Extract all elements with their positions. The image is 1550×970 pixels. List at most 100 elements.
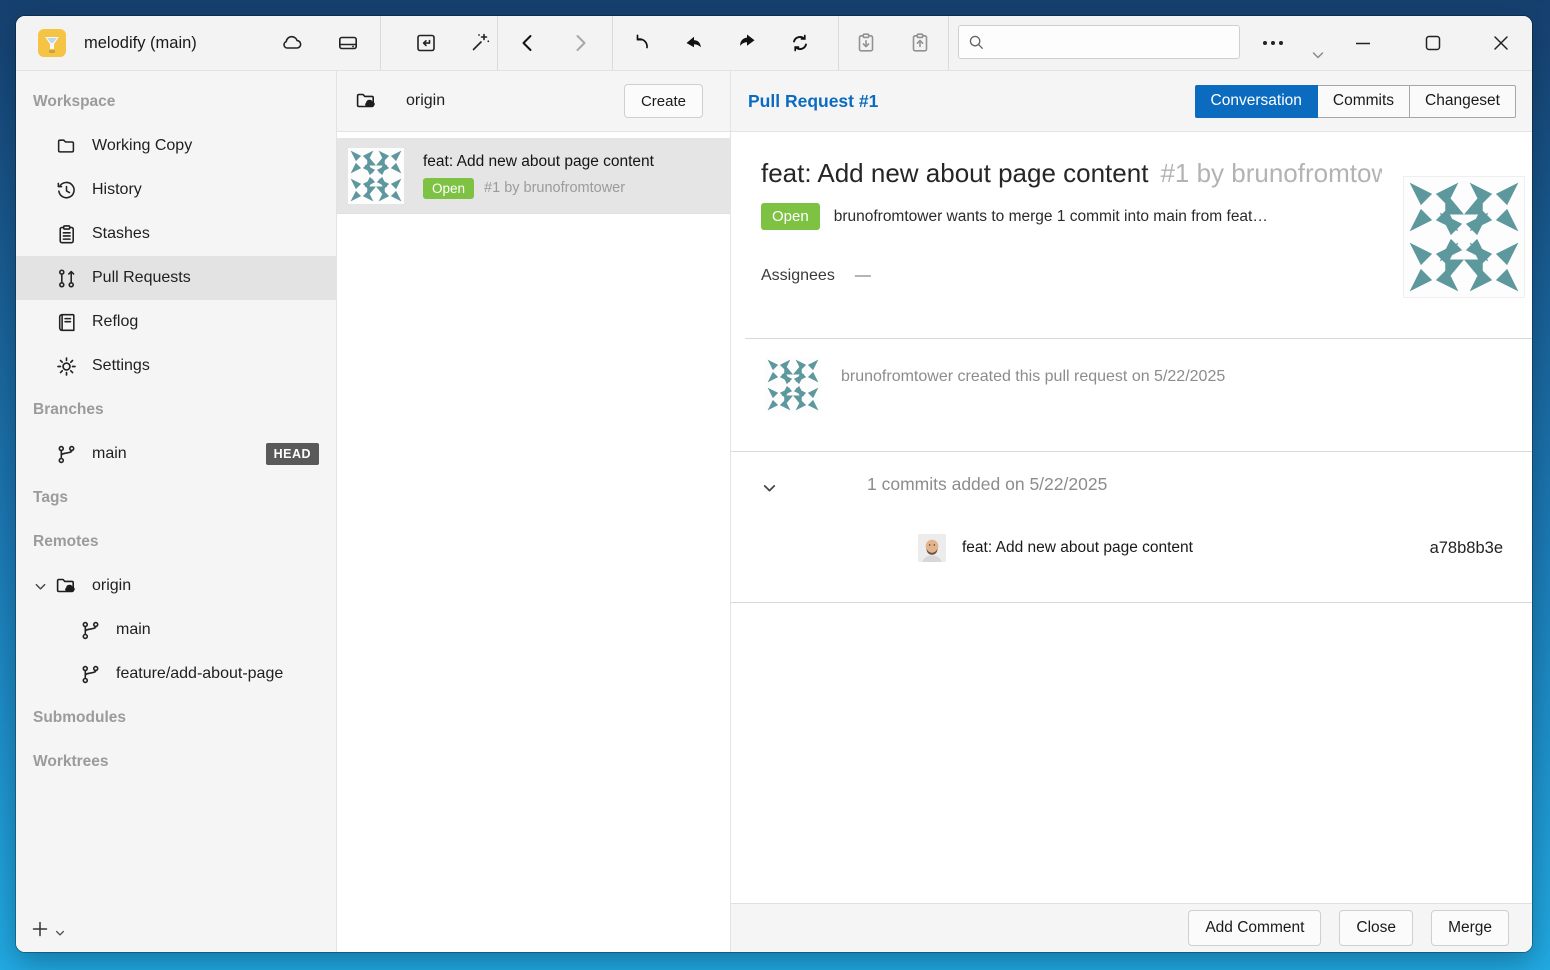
sidebar-item-working-copy[interactable]: Working Copy bbox=[16, 124, 336, 168]
gear-icon bbox=[54, 354, 78, 378]
sidebar-item-stashes[interactable]: Stashes bbox=[16, 212, 336, 256]
commits-group-header: 1 commits added on 5/22/2025 bbox=[867, 474, 1107, 495]
search-icon bbox=[967, 33, 985, 51]
status-badge: Open bbox=[423, 178, 474, 199]
sidebar-item-pull-requests[interactable]: Pull Requests bbox=[16, 256, 336, 300]
toolbar-separator bbox=[612, 16, 613, 70]
created-event-text: brunofromtower created this pull request… bbox=[841, 368, 1225, 451]
close-pr-button[interactable]: Close bbox=[1339, 910, 1413, 946]
clipboard-icon bbox=[54, 222, 78, 246]
sidebar-item-label: main bbox=[92, 445, 127, 463]
sidebar-item-settings[interactable]: Settings bbox=[16, 344, 336, 388]
timeline-commits-group: 1 commits added on 5/22/2025 feat: Add n… bbox=[731, 452, 1532, 602]
section-header-worktrees: Worktrees bbox=[16, 740, 336, 784]
sidebar-item-label: Settings bbox=[92, 357, 150, 375]
list-header: origin Create bbox=[337, 71, 730, 132]
back-icon[interactable] bbox=[516, 16, 540, 70]
section-header-workspace: Workspace bbox=[16, 80, 336, 124]
drive-icon[interactable] bbox=[336, 16, 360, 70]
assignees-value: — bbox=[855, 267, 871, 285]
divider bbox=[731, 602, 1532, 603]
book-icon bbox=[54, 310, 78, 334]
add-menu-chevron-icon[interactable] bbox=[54, 926, 66, 944]
create-button[interactable]: Create bbox=[624, 84, 703, 118]
pr-title: feat: Add new about page content #1 by br… bbox=[761, 158, 1382, 189]
avatar bbox=[348, 148, 404, 204]
pull-arrow-icon[interactable] bbox=[682, 16, 706, 70]
clipboard-arrow-up-icon[interactable] bbox=[908, 16, 932, 70]
sidebar-item-history[interactable]: History bbox=[16, 168, 336, 212]
sidebar-item-remote-branch-feature[interactable]: feature/add-about-page bbox=[16, 652, 336, 696]
tab-commits[interactable]: Commits bbox=[1317, 85, 1410, 118]
status-badge: Open bbox=[761, 203, 820, 230]
minimize-button[interactable] bbox=[1334, 16, 1392, 70]
push-arrow-icon[interactable] bbox=[735, 16, 759, 70]
sync-arrows-icon[interactable] bbox=[788, 16, 812, 70]
chevron-down-icon[interactable] bbox=[31, 577, 49, 595]
pr-summary-header: feat: Add new about page content #1 by br… bbox=[731, 132, 1532, 338]
section-header-remotes: Remotes bbox=[16, 520, 336, 564]
sidebar-item-reflog[interactable]: Reflog bbox=[16, 300, 336, 344]
sidebar-item-label: main bbox=[116, 621, 151, 639]
wand-icon[interactable] bbox=[468, 16, 492, 70]
remote-folder-icon bbox=[354, 89, 378, 113]
sidebar-item-label: History bbox=[92, 181, 142, 199]
commit-hash: a78b8b3e bbox=[1430, 539, 1503, 558]
sidebar-item-label: Reflog bbox=[92, 313, 138, 331]
detail-header: Pull Request #1 Conversation Commits Cha… bbox=[731, 71, 1532, 132]
sidebar-item-label: Working Copy bbox=[92, 137, 192, 155]
open-repo-icon[interactable] bbox=[414, 16, 438, 70]
section-header-branches: Branches bbox=[16, 388, 336, 432]
more-ellipsis-icon[interactable] bbox=[1259, 16, 1287, 70]
conversation-view: feat: Add new about page content #1 by br… bbox=[731, 132, 1532, 903]
branch-icon bbox=[78, 618, 102, 642]
toolbar-separator bbox=[838, 16, 839, 70]
branch-icon bbox=[78, 662, 102, 686]
timeline-created-event: brunofromtower created this pull request… bbox=[731, 339, 1532, 451]
tab-bar: Conversation Commits Changeset bbox=[1195, 85, 1516, 118]
pr-title-text: feat: Add new about page content bbox=[761, 158, 1148, 188]
pr-item-title: feat: Add new about page content bbox=[423, 153, 654, 171]
sidebar-item-label: origin bbox=[92, 577, 131, 595]
maximize-button[interactable] bbox=[1404, 16, 1462, 70]
pull-request-list-item[interactable]: feat: Add new about page content Open #1… bbox=[337, 138, 730, 214]
pr-item-meta: #1 by brunofromtower bbox=[484, 180, 625, 196]
sidebar: Workspace Working Copy History Stashes P… bbox=[16, 71, 337, 952]
pr-merge-summary: brunofromtower wants to merge 1 commit i… bbox=[834, 208, 1268, 226]
folder-icon bbox=[54, 134, 78, 158]
toolbar-separator bbox=[380, 16, 381, 70]
commit-row[interactable]: feat: Add new about page content a78b8b3… bbox=[918, 534, 1503, 562]
tab-conversation[interactable]: Conversation bbox=[1195, 85, 1318, 118]
assignees-label: Assignees bbox=[761, 267, 835, 285]
section-header-submodules: Submodules bbox=[16, 696, 336, 740]
remote-name-label: origin bbox=[406, 92, 445, 110]
sidebar-item-branch-main[interactable]: main HEAD bbox=[16, 432, 336, 476]
history-icon bbox=[54, 178, 78, 202]
titlebar-chevron-down-icon[interactable] bbox=[1308, 40, 1328, 70]
clipboard-arrow-down-icon[interactable] bbox=[854, 16, 878, 70]
checkout-arrow-icon[interactable] bbox=[630, 16, 654, 70]
pull-request-list-panel: origin Create feat: Add new about page c… bbox=[337, 71, 731, 952]
avatar bbox=[1403, 176, 1525, 298]
sidebar-item-label: feature/add-about-page bbox=[116, 665, 283, 683]
pr-title-meta: #1 by brunofromtower bbox=[1160, 158, 1382, 188]
forward-icon[interactable] bbox=[568, 16, 592, 70]
collapse-chevron-icon[interactable] bbox=[761, 480, 778, 502]
pull-request-detail-panel: Pull Request #1 Conversation Commits Cha… bbox=[731, 71, 1532, 952]
close-button[interactable] bbox=[1472, 16, 1530, 70]
app-window: melodify (main) bbox=[16, 16, 1532, 952]
titlebar: melodify (main) bbox=[16, 16, 1532, 71]
add-repository-button[interactable] bbox=[30, 919, 50, 944]
merge-button[interactable]: Merge bbox=[1431, 910, 1509, 946]
avatar bbox=[765, 357, 821, 413]
cloud-icon[interactable] bbox=[280, 16, 304, 70]
sidebar-item-remote-origin[interactable]: origin bbox=[16, 564, 336, 608]
tab-changeset[interactable]: Changeset bbox=[1409, 85, 1516, 118]
branch-icon bbox=[54, 442, 78, 466]
search-input[interactable] bbox=[985, 26, 1239, 58]
window-title: melodify (main) bbox=[84, 16, 197, 70]
add-comment-button[interactable]: Add Comment bbox=[1188, 910, 1321, 946]
app-logo-icon bbox=[38, 16, 66, 70]
sidebar-item-label: Pull Requests bbox=[92, 269, 191, 287]
sidebar-item-remote-branch-main[interactable]: main bbox=[16, 608, 336, 652]
